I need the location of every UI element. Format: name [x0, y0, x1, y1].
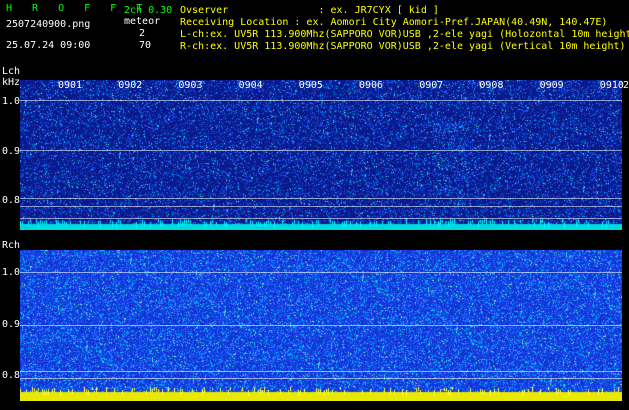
rch-gridline-0.8a	[20, 371, 622, 372]
lch-gridline-1.0	[20, 100, 622, 101]
lch-spectrogram	[20, 80, 622, 230]
rch-gridline-0.8b	[20, 378, 622, 379]
lch-gridline-0.8b	[20, 206, 622, 207]
lch-gridline-0.9	[20, 150, 622, 151]
rch-freq-tick-0.9: 0.9	[2, 319, 21, 330]
meteor-count-lch: 2	[139, 28, 146, 39]
lch-freq-tick-1.0: 1.0	[2, 96, 21, 107]
channel-mode: 2ch 0.30	[124, 5, 173, 16]
rch-gridline-1.0	[20, 272, 622, 273]
lch-label: Lch	[2, 66, 21, 77]
time-axis-tick: 0909	[539, 80, 564, 91]
time-axis-trailing-tick: 2	[623, 80, 629, 91]
time-axis-tick: 0907	[419, 80, 444, 91]
lch-freq-tick-0.8: 0.8	[2, 195, 21, 206]
time-axis-tick: 0901	[58, 80, 83, 91]
rch-freq-tick-1.0: 1.0	[2, 267, 21, 278]
time-axis-tick: 0903	[178, 80, 203, 91]
datetime: 25.07.24 09:00	[6, 40, 91, 51]
time-axis-tick: 0905	[298, 80, 323, 91]
time-axis-tick: 0908	[479, 80, 504, 91]
rch-label: Rch	[2, 240, 21, 251]
rch-info-line: R-ch:ex. UV5R 113.900Mhz(SAPPORO VOR)USB…	[180, 41, 626, 52]
observer-line: Ovserver : ex. JR7CYX [ kid ]	[180, 5, 439, 16]
time-axis-tick: 0910	[599, 80, 624, 91]
lch-spectrogram-canvas	[20, 80, 622, 230]
lch-gridline-0.8a	[20, 198, 622, 199]
lch-freq-tick-0.9: 0.9	[2, 146, 21, 157]
time-axis-tick: 0906	[359, 80, 384, 91]
time-axis-tick: 0904	[238, 80, 263, 91]
time-axis-tick: 0902	[118, 80, 143, 91]
rch-spectrogram	[20, 250, 622, 401]
filename: 2507240900.png	[6, 19, 91, 30]
lch-unit: kHz	[2, 77, 21, 88]
meteor-count-rch: 70	[139, 40, 152, 51]
location-line: Receiving Location : ex. Aomori City Aom…	[180, 17, 608, 28]
meteor-label: meteor	[124, 16, 161, 27]
rch-freq-tick-0.8: 0.8	[2, 370, 21, 381]
lch-info-line: L-ch:ex. UV5R 113.900Mhz(SAPPORO VOR)USB…	[180, 29, 629, 40]
lch-gridline-0.8c	[20, 218, 622, 219]
rch-gridline-0.9	[20, 325, 622, 326]
